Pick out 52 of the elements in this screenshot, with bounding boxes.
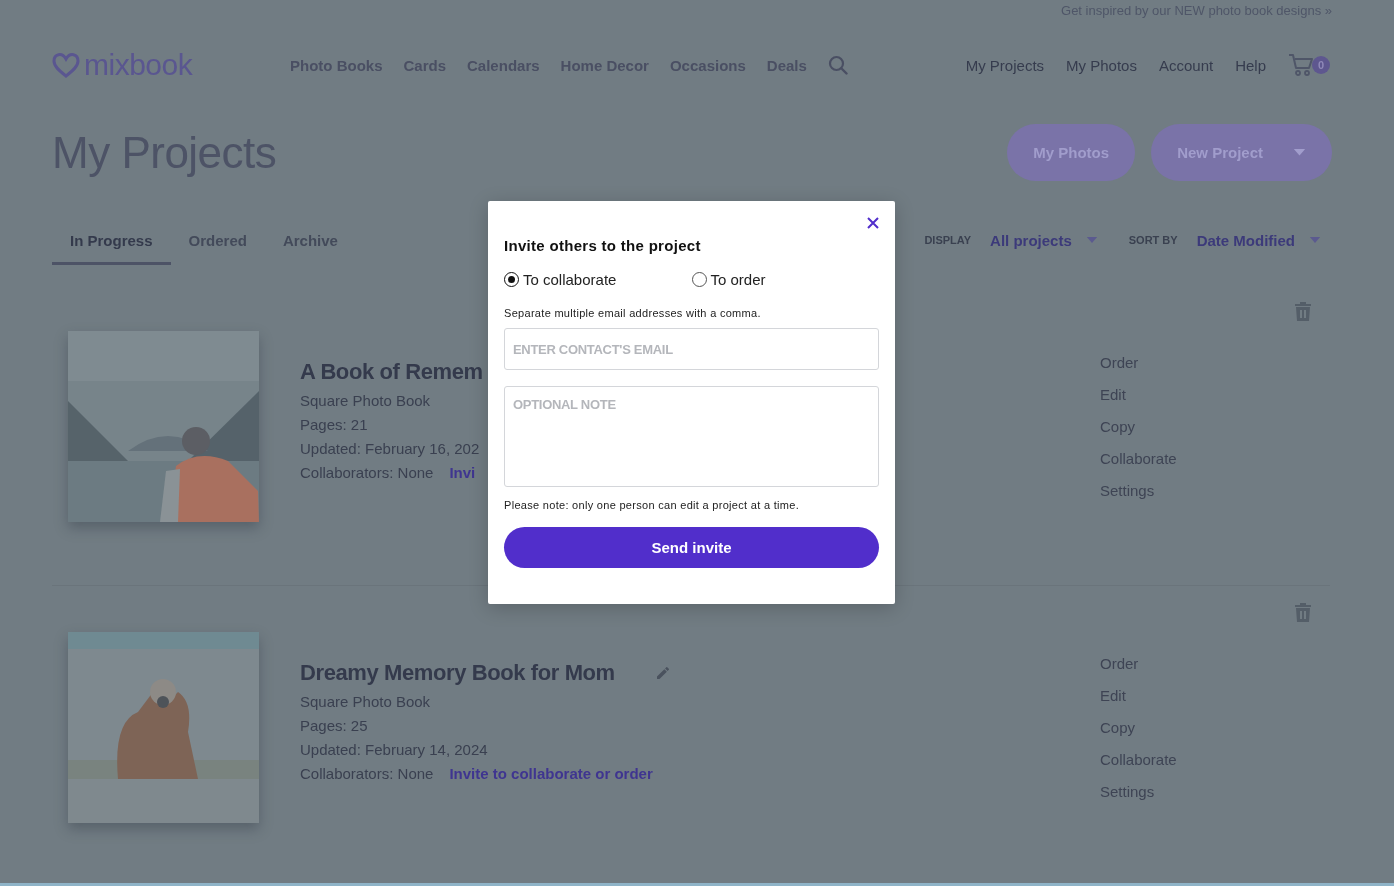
tab[interactable]: In Progress xyxy=(52,219,171,265)
filter-dropdown[interactable]: Date Modified xyxy=(1195,224,1330,256)
search-icon[interactable] xyxy=(827,55,848,75)
account-nav-link[interactable]: Account xyxy=(1158,56,1214,74)
close-icon xyxy=(867,217,879,229)
project-action-link[interactable]: Edit xyxy=(1100,383,1177,407)
account-nav-link[interactable]: My Photos xyxy=(1066,56,1137,74)
collaborators-text: Collaborators: None xyxy=(300,764,434,784)
filter-label: SORT BY xyxy=(1128,234,1178,246)
dialog-title: Invite others to the project xyxy=(504,237,702,254)
account-nav-link[interactable]: My Projects xyxy=(965,56,1045,74)
collaborators-text: Collaborators: None xyxy=(300,463,434,483)
caret-icon xyxy=(1309,237,1321,243)
project-action-link[interactable]: Copy xyxy=(1100,415,1177,439)
project-type: Square Photo Book xyxy=(300,391,432,411)
project-title: A Book of Remem xyxy=(300,359,483,385)
updated-date: Updated: February 14, 2024 xyxy=(300,740,489,760)
trash-icon[interactable] xyxy=(1294,602,1312,622)
project-action-link[interactable]: Edit xyxy=(1100,684,1177,708)
heart-logo-icon[interactable] xyxy=(52,52,80,78)
send-invite-button[interactable]: Send invite xyxy=(504,527,879,568)
radio-label: To collaborate xyxy=(523,271,617,288)
project-type: Square Photo Book xyxy=(300,692,432,712)
notice-text: Please note: only one person can edit a project at a time. xyxy=(504,499,800,511)
caret-icon xyxy=(1293,149,1306,156)
trash-icon[interactable] xyxy=(1294,301,1312,321)
email-field[interactable]: ENTER CONTACT'S EMAIL xyxy=(504,328,879,370)
project-action-link[interactable]: Settings xyxy=(1100,479,1177,503)
hint-text: Separate multiple email addresses with a comma. xyxy=(504,307,762,319)
page-count: Pages: 25 xyxy=(300,716,369,736)
project-action-link[interactable]: Order xyxy=(1100,351,1177,375)
invite-link[interactable]: Invite to collaborate or order xyxy=(449,762,653,786)
project-title: Dreamy Memory Book for Mom xyxy=(300,660,615,686)
page-count: Pages: 21 xyxy=(300,415,369,435)
filter-dropdown[interactable]: All projects xyxy=(989,224,1107,256)
project-action-link[interactable]: Order xyxy=(1100,652,1177,676)
account-nav-link[interactable]: Help xyxy=(1235,56,1266,74)
updated-date: Updated: February 16, 202 xyxy=(300,439,481,459)
filter-label: DISPLAY xyxy=(924,234,972,246)
close-button[interactable] xyxy=(865,215,881,231)
radio-option[interactable]: To order xyxy=(691,271,879,288)
radio-option[interactable]: To collaborate xyxy=(504,271,692,288)
project-action-link[interactable]: Copy xyxy=(1100,716,1177,740)
project-action-link[interactable]: Collaborate xyxy=(1100,748,1177,772)
project-action-link[interactable]: Collaborate xyxy=(1100,447,1177,471)
radio-label: To order xyxy=(710,271,766,288)
project-action-link[interactable]: Settings xyxy=(1100,780,1177,804)
caret-icon xyxy=(1085,237,1098,243)
cart-icon[interactable] xyxy=(1288,53,1314,77)
note-field[interactable]: OPTIONAL NOTE xyxy=(504,386,879,487)
invite-link[interactable]: Invi xyxy=(449,461,476,485)
pencil-icon[interactable] xyxy=(654,665,671,681)
